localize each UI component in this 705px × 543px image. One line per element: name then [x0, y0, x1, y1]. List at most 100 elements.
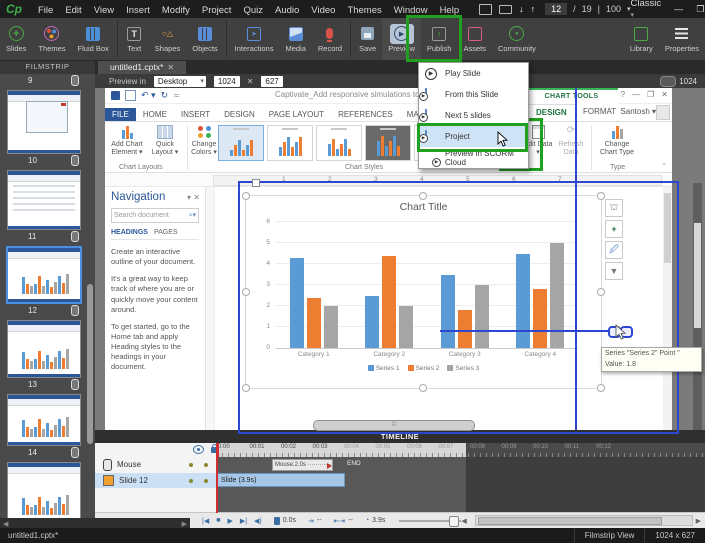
word-save-icon[interactable]: [125, 90, 136, 101]
tab-design[interactable]: DESIGN: [217, 108, 262, 121]
current-slide-field[interactable]: 12: [545, 3, 567, 15]
library-button[interactable]: Library: [624, 18, 659, 60]
menu-modify[interactable]: Modify: [156, 5, 196, 16]
redo-icon[interactable]: ↻: [161, 90, 169, 101]
zoom-level[interactable]: 100: [606, 4, 621, 14]
nav-tab-headings[interactable]: HEADINGS: [111, 229, 148, 236]
slides-button[interactable]: +Slides: [0, 18, 32, 60]
menu-quiz[interactable]: Quiz: [237, 5, 269, 16]
menu-themes[interactable]: Themes: [341, 5, 387, 16]
slide-thumbnail-15[interactable]: [7, 462, 81, 518]
menu-audio[interactable]: Audio: [269, 5, 305, 16]
menu-item-preview-in-scorm-cloud[interactable]: ▶Preview in SCORM Cloud: [419, 147, 528, 168]
shapes-button[interactable]: ○△Shapes: [149, 18, 186, 60]
track-mouse[interactable]: Mouse: [95, 457, 216, 472]
stop-icon[interactable]: ■: [216, 517, 220, 524]
menu-insert[interactable]: Insert: [120, 5, 156, 16]
mail-icon[interactable]: [499, 5, 512, 14]
go-to-start-icon[interactable]: |◀: [202, 517, 209, 525]
tab-file[interactable]: FILE: [105, 108, 136, 121]
up-arrow-icon[interactable]: ↑: [531, 4, 536, 14]
interactions-button[interactable]: ➤Interactions: [229, 18, 280, 60]
width-grip-icon[interactable]: [660, 76, 676, 87]
themes-button[interactable]: Themes: [32, 18, 71, 60]
change-colors-button[interactable]: Change Colors ▾: [189, 125, 219, 157]
preview-button[interactable]: ▶Preview: [382, 18, 421, 60]
menu-item-next-5-slides[interactable]: ▶Next 5 slides: [419, 105, 528, 126]
save-button[interactable]: Save: [353, 18, 382, 60]
text-button[interactable]: TText: [120, 18, 149, 60]
play-icon[interactable]: ▶: [227, 517, 232, 525]
device-select[interactable]: Desktop: [154, 76, 206, 87]
media-button[interactable]: Media: [279, 18, 311, 60]
slide-thumbnail-12[interactable]: [6, 246, 82, 304]
tab-references[interactable]: REFERENCES: [331, 108, 400, 121]
eye-icon[interactable]: [193, 445, 204, 454]
slide-label-13[interactable]: 13: [0, 378, 95, 390]
community-button[interactable]: ●Community: [492, 18, 542, 60]
highlight-box-object[interactable]: [238, 181, 679, 434]
audio-icon[interactable]: ◀): [254, 517, 262, 525]
word-winctl[interactable]: —: [632, 90, 640, 99]
menu-edit[interactable]: Edit: [59, 5, 87, 16]
stage-width-field[interactable]: 1024: [214, 76, 240, 87]
word-user-name[interactable]: Santosh ▾: [620, 107, 656, 116]
menu-view[interactable]: View: [88, 5, 120, 16]
navigation-controls[interactable]: ▾ ✕: [187, 193, 200, 202]
minimize-button[interactable]: —: [671, 4, 687, 14]
track-slide[interactable]: Slide 12: [95, 473, 216, 488]
word-winctl[interactable]: ✕: [661, 90, 668, 99]
timeline-zoom-slider[interactable]: [399, 520, 461, 522]
document-tab[interactable]: untitled1.cptx*✕: [98, 60, 186, 74]
menu-video[interactable]: Video: [305, 5, 341, 16]
menu-item-from-this-slide[interactable]: ▶From this Slide: [419, 84, 528, 105]
mouse-path-line[interactable]: [440, 330, 610, 332]
stage-vscrollbar[interactable]: [693, 183, 702, 433]
stage-hscrollbar[interactable]: ⁞⁞⁞: [313, 420, 475, 431]
refresh-data-button[interactable]: ⟳ Refresh Data: [555, 125, 587, 157]
slide-thumbnail-11[interactable]: [7, 170, 81, 230]
width-marker[interactable]: 1024: [660, 76, 697, 87]
slide-label-9[interactable]: 9: [0, 74, 95, 86]
tab-chart-design[interactable]: DESIGN: [527, 104, 576, 121]
playhead[interactable]: [216, 443, 218, 513]
mouse-timeline-bar[interactable]: Mouse:2.0s ·············: [272, 459, 333, 471]
timeline-ruler[interactable]: 0:0000:0100:0200:0300:0400:0500:0600:070…: [216, 443, 705, 458]
assets-button[interactable]: Assets: [457, 18, 492, 60]
tab-page-layout[interactable]: PAGE LAYOUT: [262, 108, 331, 121]
menu-project[interactable]: Project: [196, 5, 238, 16]
chart-style-2[interactable]: [267, 125, 313, 161]
menu-item-project[interactable]: ▶Project: [419, 126, 528, 147]
add-chart-element-button[interactable]: Add Chart Element ▾: [109, 125, 145, 157]
fluid-box-button[interactable]: Fluid Box: [72, 18, 115, 60]
slide-label-12[interactable]: 12: [0, 304, 95, 316]
timeline-scrollbar[interactable]: [475, 515, 693, 526]
scroll-left-icon[interactable]: ◀: [461, 517, 466, 525]
slide-thumbnail-14[interactable]: [7, 394, 81, 446]
scroll-right-icon[interactable]: ▶: [696, 517, 701, 525]
slide-label-10[interactable]: 10: [0, 154, 95, 166]
menu-help[interactable]: Help: [434, 5, 466, 16]
nav-tab-pages[interactable]: PAGES: [154, 229, 178, 236]
slide-timeline-bar[interactable]: Slide (3.9s): [216, 473, 345, 487]
slide-label-14[interactable]: 14: [0, 446, 95, 458]
record-button[interactable]: Record: [312, 18, 348, 60]
slide-thumbnail-13[interactable]: [7, 320, 81, 378]
undo-icon[interactable]: ↶ ▾: [141, 90, 156, 101]
chart-style-3[interactable]: [316, 125, 362, 161]
quick-layout-button[interactable]: Quick Layout ▾: [149, 125, 181, 157]
maximize-button[interactable]: ❐: [693, 4, 705, 15]
workspace-selector[interactable]: Classic ▾: [631, 0, 665, 20]
go-to-end-icon[interactable]: ▶|: [240, 517, 247, 525]
screen-icon[interactable]: [479, 4, 492, 15]
word-winctl[interactable]: ❐: [647, 90, 654, 99]
slide-label-11[interactable]: 11: [0, 230, 95, 242]
filmstrip-panel-header[interactable]: FILMSTRIP: [0, 60, 95, 74]
status-view-mode[interactable]: Filmstrip View: [574, 528, 645, 543]
filmstrip-scrollbar[interactable]: [87, 284, 93, 444]
word-winctl[interactable]: ?: [621, 90, 625, 99]
tab-home[interactable]: HOME: [136, 108, 174, 121]
tab-insert[interactable]: INSERT: [174, 108, 217, 121]
tab-chart-format[interactable]: FORMAT: [575, 104, 624, 120]
search-icon[interactable]: ⌕▾: [189, 211, 196, 220]
